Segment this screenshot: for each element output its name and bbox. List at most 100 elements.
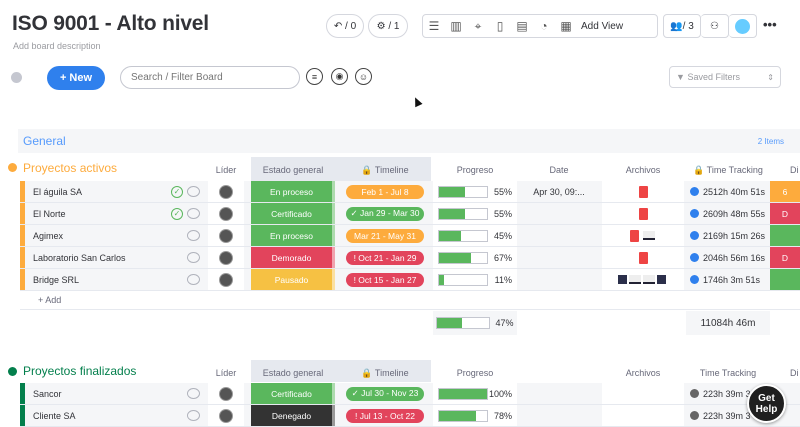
lider-cell[interactable] xyxy=(208,247,244,268)
kanban-icon[interactable]: ▥ xyxy=(445,14,467,38)
status-badge[interactable]: Demorado xyxy=(251,247,335,268)
lider-cell[interactable] xyxy=(208,269,244,290)
undo-button[interactable]: ↶ / 0 xyxy=(326,14,364,38)
date-cell[interactable]: Apr 30, 09:... xyxy=(520,181,598,202)
col2-timeline[interactable]: 🔒 Timeline xyxy=(340,368,430,379)
new-item-button[interactable]: + New xyxy=(47,66,105,90)
col-extra[interactable]: Di xyxy=(790,165,800,175)
play-icon[interactable] xyxy=(690,275,699,284)
col2-lider[interactable]: Líder xyxy=(208,368,244,378)
chart-icon[interactable]: ▤ xyxy=(511,14,533,38)
col2-archivos[interactable]: Archivos xyxy=(602,368,684,378)
play-icon[interactable] xyxy=(690,209,699,218)
group2-name[interactable]: Proyectos finalizados xyxy=(23,364,136,378)
pdf-file-icon[interactable] xyxy=(638,185,648,198)
status-badge[interactable]: Certificado xyxy=(251,383,335,404)
pdf-file-icon[interactable] xyxy=(638,207,648,220)
get-help-button[interactable]: Get Help xyxy=(747,384,786,423)
eye-icon[interactable]: ◉ xyxy=(331,68,348,85)
col2-time-tracking[interactable]: Time Tracking xyxy=(686,368,770,378)
col2-progreso[interactable]: Progreso xyxy=(433,368,517,378)
item-name[interactable]: El Norte xyxy=(33,203,173,224)
avatar[interactable] xyxy=(219,228,233,243)
status-badge[interactable]: En proceso xyxy=(251,181,335,202)
add-item-row[interactable]: + Add xyxy=(20,290,800,310)
extra-status[interactable]: D xyxy=(770,203,800,224)
board-title[interactable]: ISO 9001 - Alto nivel xyxy=(12,12,209,36)
table-row[interactable]: El Norte ✓ Certificado ✓ Jan 29 - Mar 30 55%… xyxy=(20,203,800,225)
map-pin-icon[interactable]: ⌖ xyxy=(467,14,489,38)
collapse-icon[interactable] xyxy=(11,72,22,83)
files-cell[interactable] xyxy=(602,225,684,246)
group-general[interactable]: General 2 Items xyxy=(18,129,800,153)
files-icon[interactable]: ▯ xyxy=(489,14,511,38)
files-cell[interactable] xyxy=(602,383,684,404)
col-progreso[interactable]: Progreso xyxy=(433,165,517,175)
table-row[interactable]: Sancor Certificado ✓ Jul 30 - Nov 23 100% 22… xyxy=(20,383,800,405)
timeline-cell[interactable]: ✓ Jan 29 - Mar 30 xyxy=(340,203,430,224)
status-badge[interactable]: Pausado xyxy=(251,269,335,290)
comment-icon[interactable] xyxy=(187,388,200,399)
date-cell[interactable] xyxy=(520,269,598,290)
group1-name[interactable]: Proyectos activos xyxy=(23,161,117,175)
col-date[interactable]: Date xyxy=(520,165,598,175)
pdf-file-icon[interactable] xyxy=(638,251,648,264)
item-updates[interactable]: ✓ xyxy=(160,181,200,202)
timeline-cell[interactable]: ! Oct 15 - Jan 27 xyxy=(340,269,430,290)
lider-cell[interactable] xyxy=(208,225,244,246)
item-updates[interactable]: ✓ xyxy=(160,203,200,224)
col2-extra[interactable]: Di xyxy=(790,368,800,378)
lider-cell[interactable] xyxy=(208,181,244,202)
timeline-cell[interactable]: ! Oct 21 - Jan 29 xyxy=(340,247,430,268)
table-row[interactable]: Cliente SA Denegado ! Jul 13 - Oct 22 78% 22… xyxy=(20,405,800,427)
more-menu-icon[interactable]: ••• xyxy=(763,17,777,32)
board-description[interactable]: Add board description xyxy=(13,41,101,51)
extra-status[interactable]: 6 xyxy=(770,181,800,202)
item-updates[interactable] xyxy=(160,269,200,290)
filter-icon[interactable]: ≡ xyxy=(306,68,323,85)
automations-button[interactable]: ⚙ / 1 xyxy=(368,14,408,38)
item-name[interactable]: Cliente SA xyxy=(33,405,173,426)
col-estado[interactable]: Estado general xyxy=(251,165,335,175)
files-cell[interactable] xyxy=(602,247,684,268)
avatar[interactable] xyxy=(219,408,233,423)
col-timeline[interactable]: 🔒 Timeline xyxy=(340,165,430,176)
lider-cell[interactable] xyxy=(208,203,244,224)
item-name[interactable]: Laboratorio San Carlos xyxy=(33,247,173,268)
col-lider[interactable]: Líder xyxy=(208,165,244,175)
add-view-button[interactable]: Add View xyxy=(581,21,623,32)
activity-button[interactable] xyxy=(729,14,757,38)
avatar[interactable] xyxy=(219,206,233,221)
date-cell[interactable] xyxy=(520,225,598,246)
timeline-cell[interactable]: ✓ Jul 30 - Nov 23 xyxy=(340,383,430,404)
date-cell[interactable] xyxy=(520,203,598,224)
main-table-icon[interactable]: ☰ xyxy=(423,14,445,38)
file-thumbnail[interactable] xyxy=(642,231,655,240)
extra-status[interactable] xyxy=(770,225,800,246)
lider-cell[interactable] xyxy=(208,383,244,404)
item-updates[interactable] xyxy=(160,225,200,246)
comment-icon[interactable] xyxy=(187,208,200,219)
timeline-cell[interactable]: Mar 21 - May 31 xyxy=(340,225,430,246)
file-thumbnail[interactable] xyxy=(643,275,655,284)
item-name[interactable]: Agimex xyxy=(33,225,173,246)
table-row[interactable]: Bridge SRL Pausado ! Oct 15 - Jan 27 11% 174… xyxy=(20,269,800,291)
item-updates[interactable] xyxy=(160,405,200,426)
avatar[interactable] xyxy=(219,272,233,287)
status-badge[interactable]: En proceso xyxy=(251,225,335,246)
col-archivos[interactable]: Archivos xyxy=(602,165,684,175)
time-tracking-cell[interactable]: 2512h 40m 51s xyxy=(686,181,770,202)
person-filter-icon[interactable]: ☺ xyxy=(355,68,372,85)
time-tracking-cell[interactable]: 2609h 48m 55s xyxy=(686,203,770,224)
search-input[interactable] xyxy=(120,66,300,89)
avatar[interactable] xyxy=(219,250,233,265)
comment-icon[interactable] xyxy=(187,274,200,285)
files-cell[interactable] xyxy=(602,203,684,224)
item-name[interactable]: Sancor xyxy=(33,383,173,404)
files-cell[interactable] xyxy=(602,269,684,290)
file-thumbnail[interactable] xyxy=(657,275,666,284)
lider-cell[interactable] xyxy=(208,405,244,426)
table-row[interactable]: El águila SA ✓ En proceso Feb 1 - Jul 8 55% A… xyxy=(20,181,800,203)
table-row[interactable]: Laboratorio San Carlos Demorado ! Oct 21 -… xyxy=(20,247,800,269)
saved-filters-select[interactable]: ▼ Saved Filters ⇕ xyxy=(669,66,781,88)
